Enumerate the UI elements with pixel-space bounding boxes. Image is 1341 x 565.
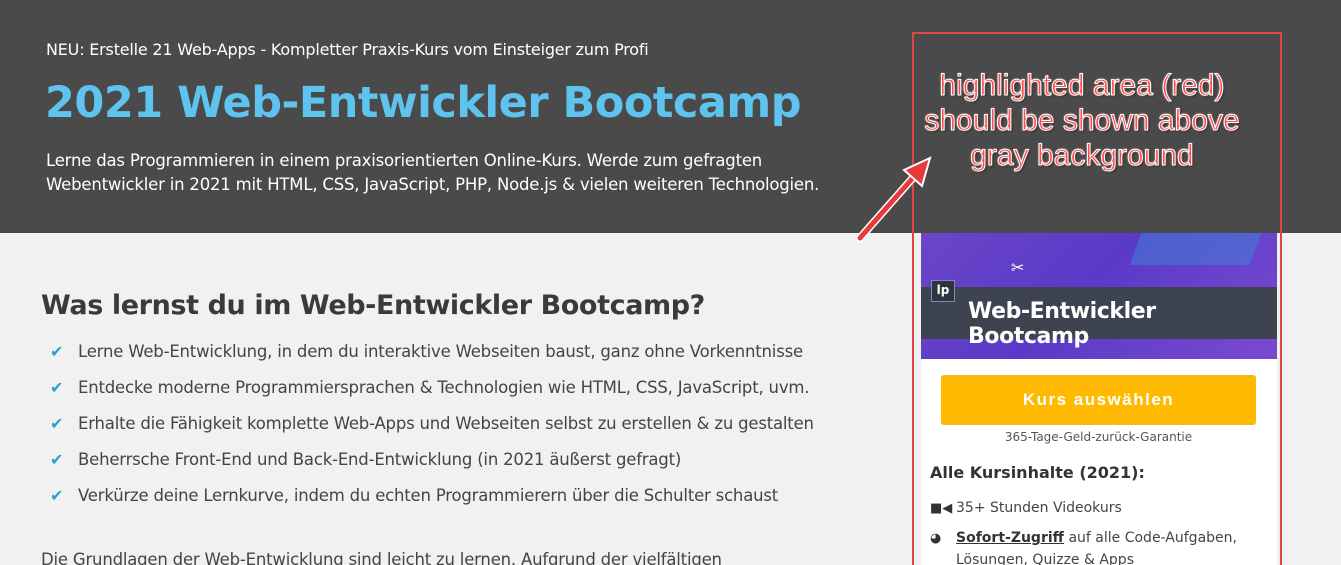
list-item-text: Beherrsche Front-End und Back-End-Entwic… xyxy=(78,450,682,469)
check-icon: ✔ xyxy=(50,486,64,505)
list-item: ✔ Verkürze deine Lernkurve, indem du echt… xyxy=(50,486,814,522)
list-item: ✔ Lerne Web-Entwicklung, in dem du intera… xyxy=(50,342,814,378)
list-item: ✔ Erhalte die Fähigkeit komplette Web-App… xyxy=(50,414,814,450)
check-icon: ✔ xyxy=(50,414,64,433)
list-item-text: Verkürze deine Lernkurve, indem du echte… xyxy=(78,486,779,505)
learning-checklist: ✔ Lerne Web-Entwicklung, in dem du intera… xyxy=(50,342,814,522)
page-title: 2021 Web-Entwickler Bootcamp xyxy=(45,78,802,128)
annotation-note: highlighted area (red) should be shown a… xyxy=(912,68,1252,173)
check-icon: ✔ xyxy=(50,342,64,361)
list-item-text: Lerne Web-Entwicklung, in dem du interak… xyxy=(78,342,803,361)
hero-description-line: Webentwickler in 2021 mit HTML, CSS, Jav… xyxy=(46,175,820,194)
section-title: Was lernst du im Web-Entwickler Bootcamp… xyxy=(41,290,705,321)
annotation-line: highlighted area (red) xyxy=(939,69,1225,103)
check-icon: ✔ xyxy=(50,450,64,469)
hero-description-line: Lerne das Programmieren in einem praxiso… xyxy=(46,151,763,170)
list-item: ✔ Entdecke moderne Programmiersprachen & … xyxy=(50,378,814,414)
check-icon: ✔ xyxy=(50,378,64,397)
list-item-text: Entdecke moderne Programmiersprachen & T… xyxy=(78,378,810,397)
annotation-line: gray background xyxy=(970,139,1194,173)
hero-description: Lerne das Programmieren in einem praxiso… xyxy=(46,149,866,197)
intro-paragraph: Die Grundlagen der Web-Entwicklung sind … xyxy=(41,550,722,565)
annotation-line: should be shown above xyxy=(924,104,1240,138)
list-item: ✔ Beherrsche Front-End und Back-End-Entwi… xyxy=(50,450,814,486)
hero-eyebrow: NEU: Erstelle 21 Web-Apps - Kompletter P… xyxy=(46,40,649,59)
list-item-text: Erhalte die Fähigkeit komplette Web-Apps… xyxy=(78,414,814,433)
